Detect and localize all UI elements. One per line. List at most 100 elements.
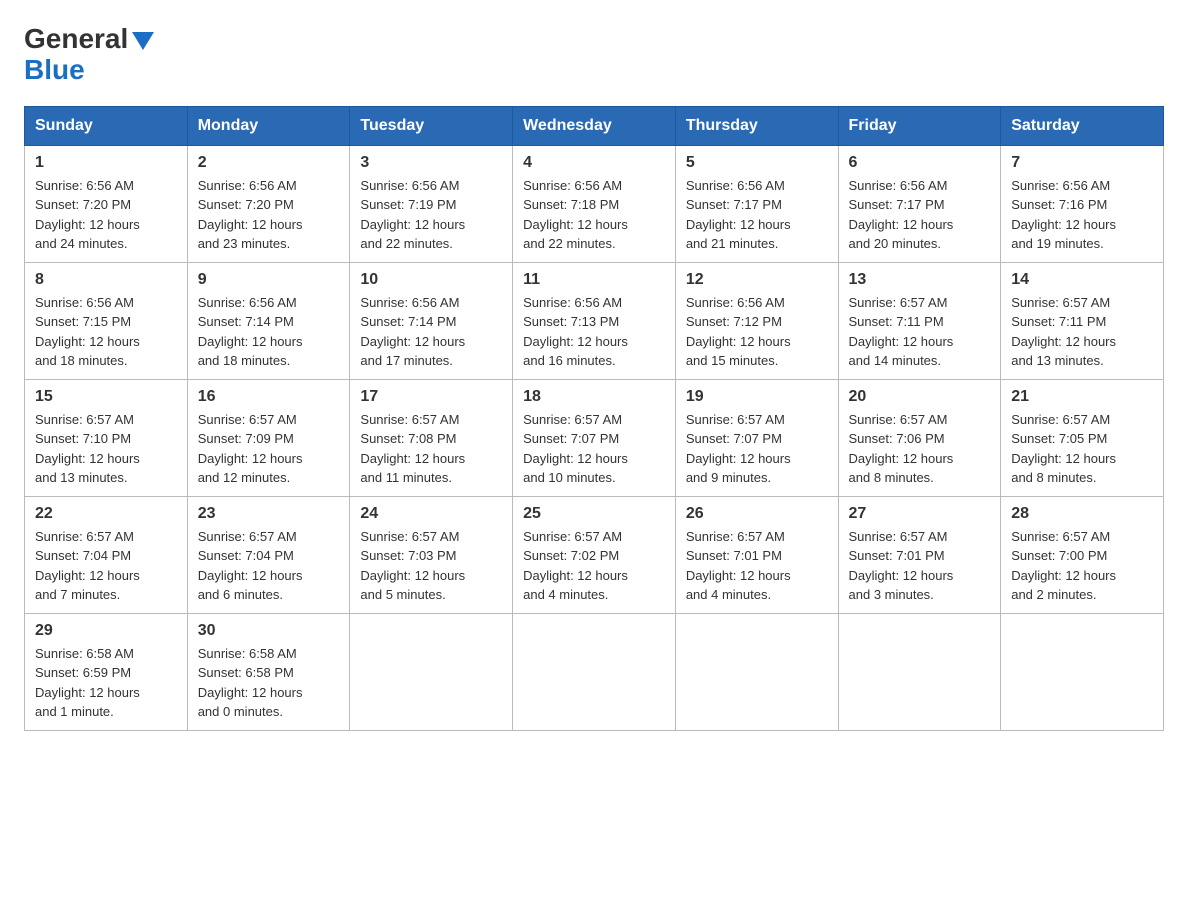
day-number: 25 — [523, 505, 665, 523]
day-number: 5 — [686, 154, 828, 172]
empty-cell — [1001, 613, 1164, 730]
day-info: Sunrise: 6:58 AMSunset: 6:59 PMDaylight:… — [35, 646, 140, 720]
day-info: Sunrise: 6:57 AMSunset: 7:04 PMDaylight:… — [35, 529, 140, 603]
day-number: 26 — [686, 505, 828, 523]
logo-text-blue: Blue — [24, 54, 85, 85]
day-number: 19 — [686, 388, 828, 406]
day-number: 22 — [35, 505, 177, 523]
day-info: Sunrise: 6:56 AMSunset: 7:13 PMDaylight:… — [523, 295, 628, 369]
calendar-day-27: 27 Sunrise: 6:57 AMSunset: 7:01 PMDaylig… — [838, 496, 1001, 613]
weekday-header-sunday: Sunday — [25, 106, 188, 145]
calendar-day-13: 13 Sunrise: 6:57 AMSunset: 7:11 PMDaylig… — [838, 262, 1001, 379]
day-number: 9 — [198, 271, 340, 289]
day-number: 6 — [849, 154, 991, 172]
day-info: Sunrise: 6:57 AMSunset: 7:10 PMDaylight:… — [35, 412, 140, 486]
day-info: Sunrise: 6:57 AMSunset: 7:11 PMDaylight:… — [1011, 295, 1116, 369]
empty-cell — [350, 613, 513, 730]
calendar-day-3: 3 Sunrise: 6:56 AMSunset: 7:19 PMDayligh… — [350, 145, 513, 262]
calendar-week-1: 1 Sunrise: 6:56 AMSunset: 7:20 PMDayligh… — [25, 145, 1164, 262]
day-info: Sunrise: 6:57 AMSunset: 7:05 PMDaylight:… — [1011, 412, 1116, 486]
day-number: 7 — [1011, 154, 1153, 172]
day-number: 4 — [523, 154, 665, 172]
calendar-week-5: 29 Sunrise: 6:58 AMSunset: 6:59 PMDaylig… — [25, 613, 1164, 730]
calendar-week-3: 15 Sunrise: 6:57 AMSunset: 7:10 PMDaylig… — [25, 379, 1164, 496]
calendar-week-4: 22 Sunrise: 6:57 AMSunset: 7:04 PMDaylig… — [25, 496, 1164, 613]
calendar-day-4: 4 Sunrise: 6:56 AMSunset: 7:18 PMDayligh… — [513, 145, 676, 262]
day-number: 30 — [198, 622, 340, 640]
calendar-day-30: 30 Sunrise: 6:58 AMSunset: 6:58 PMDaylig… — [187, 613, 350, 730]
day-info: Sunrise: 6:56 AMSunset: 7:17 PMDaylight:… — [686, 178, 791, 252]
calendar-day-19: 19 Sunrise: 6:57 AMSunset: 7:07 PMDaylig… — [675, 379, 838, 496]
day-info: Sunrise: 6:57 AMSunset: 7:06 PMDaylight:… — [849, 412, 954, 486]
day-info: Sunrise: 6:57 AMSunset: 7:01 PMDaylight:… — [686, 529, 791, 603]
day-number: 23 — [198, 505, 340, 523]
weekday-header-saturday: Saturday — [1001, 106, 1164, 145]
day-number: 1 — [35, 154, 177, 172]
empty-cell — [675, 613, 838, 730]
day-info: Sunrise: 6:56 AMSunset: 7:15 PMDaylight:… — [35, 295, 140, 369]
calendar-day-6: 6 Sunrise: 6:56 AMSunset: 7:17 PMDayligh… — [838, 145, 1001, 262]
weekday-header-friday: Friday — [838, 106, 1001, 145]
day-info: Sunrise: 6:58 AMSunset: 6:58 PMDaylight:… — [198, 646, 303, 720]
calendar-day-21: 21 Sunrise: 6:57 AMSunset: 7:05 PMDaylig… — [1001, 379, 1164, 496]
calendar-day-22: 22 Sunrise: 6:57 AMSunset: 7:04 PMDaylig… — [25, 496, 188, 613]
calendar-day-10: 10 Sunrise: 6:56 AMSunset: 7:14 PMDaylig… — [350, 262, 513, 379]
day-info: Sunrise: 6:57 AMSunset: 7:02 PMDaylight:… — [523, 529, 628, 603]
logo-text-general: General — [24, 24, 128, 55]
calendar-day-25: 25 Sunrise: 6:57 AMSunset: 7:02 PMDaylig… — [513, 496, 676, 613]
day-info: Sunrise: 6:56 AMSunset: 7:20 PMDaylight:… — [198, 178, 303, 252]
day-info: Sunrise: 6:56 AMSunset: 7:19 PMDaylight:… — [360, 178, 465, 252]
day-info: Sunrise: 6:57 AMSunset: 7:11 PMDaylight:… — [849, 295, 954, 369]
day-number: 8 — [35, 271, 177, 289]
day-number: 15 — [35, 388, 177, 406]
day-number: 10 — [360, 271, 502, 289]
day-info: Sunrise: 6:56 AMSunset: 7:14 PMDaylight:… — [360, 295, 465, 369]
calendar-table: SundayMondayTuesdayWednesdayThursdayFrid… — [24, 106, 1164, 731]
calendar-day-20: 20 Sunrise: 6:57 AMSunset: 7:06 PMDaylig… — [838, 379, 1001, 496]
calendar-day-5: 5 Sunrise: 6:56 AMSunset: 7:17 PMDayligh… — [675, 145, 838, 262]
calendar-day-15: 15 Sunrise: 6:57 AMSunset: 7:10 PMDaylig… — [25, 379, 188, 496]
calendar-day-26: 26 Sunrise: 6:57 AMSunset: 7:01 PMDaylig… — [675, 496, 838, 613]
day-info: Sunrise: 6:56 AMSunset: 7:14 PMDaylight:… — [198, 295, 303, 369]
calendar-day-23: 23 Sunrise: 6:57 AMSunset: 7:04 PMDaylig… — [187, 496, 350, 613]
weekday-header-wednesday: Wednesday — [513, 106, 676, 145]
day-info: Sunrise: 6:57 AMSunset: 7:08 PMDaylight:… — [360, 412, 465, 486]
weekday-header-monday: Monday — [187, 106, 350, 145]
day-info: Sunrise: 6:56 AMSunset: 7:18 PMDaylight:… — [523, 178, 628, 252]
calendar-day-11: 11 Sunrise: 6:56 AMSunset: 7:13 PMDaylig… — [513, 262, 676, 379]
calendar-day-8: 8 Sunrise: 6:56 AMSunset: 7:15 PMDayligh… — [25, 262, 188, 379]
day-number: 16 — [198, 388, 340, 406]
empty-cell — [513, 613, 676, 730]
calendar-day-14: 14 Sunrise: 6:57 AMSunset: 7:11 PMDaylig… — [1001, 262, 1164, 379]
calendar-day-7: 7 Sunrise: 6:56 AMSunset: 7:16 PMDayligh… — [1001, 145, 1164, 262]
day-number: 14 — [1011, 271, 1153, 289]
day-number: 2 — [198, 154, 340, 172]
day-number: 3 — [360, 154, 502, 172]
logo: General Blue — [24, 24, 154, 86]
day-number: 18 — [523, 388, 665, 406]
empty-cell — [838, 613, 1001, 730]
day-info: Sunrise: 6:56 AMSunset: 7:17 PMDaylight:… — [849, 178, 954, 252]
calendar-day-24: 24 Sunrise: 6:57 AMSunset: 7:03 PMDaylig… — [350, 496, 513, 613]
page-header: General Blue — [24, 24, 1164, 86]
day-number: 28 — [1011, 505, 1153, 523]
calendar-day-17: 17 Sunrise: 6:57 AMSunset: 7:08 PMDaylig… — [350, 379, 513, 496]
day-number: 24 — [360, 505, 502, 523]
day-number: 17 — [360, 388, 502, 406]
day-info: Sunrise: 6:57 AMSunset: 7:03 PMDaylight:… — [360, 529, 465, 603]
calendar-day-12: 12 Sunrise: 6:56 AMSunset: 7:12 PMDaylig… — [675, 262, 838, 379]
day-info: Sunrise: 6:57 AMSunset: 7:01 PMDaylight:… — [849, 529, 954, 603]
day-info: Sunrise: 6:57 AMSunset: 7:09 PMDaylight:… — [198, 412, 303, 486]
day-info: Sunrise: 6:56 AMSunset: 7:16 PMDaylight:… — [1011, 178, 1116, 252]
calendar-day-16: 16 Sunrise: 6:57 AMSunset: 7:09 PMDaylig… — [187, 379, 350, 496]
day-info: Sunrise: 6:56 AMSunset: 7:20 PMDaylight:… — [35, 178, 140, 252]
day-info: Sunrise: 6:57 AMSunset: 7:07 PMDaylight:… — [523, 412, 628, 486]
day-number: 21 — [1011, 388, 1153, 406]
day-number: 27 — [849, 505, 991, 523]
day-info: Sunrise: 6:57 AMSunset: 7:07 PMDaylight:… — [686, 412, 791, 486]
calendar-week-2: 8 Sunrise: 6:56 AMSunset: 7:15 PMDayligh… — [25, 262, 1164, 379]
calendar-day-29: 29 Sunrise: 6:58 AMSunset: 6:59 PMDaylig… — [25, 613, 188, 730]
day-info: Sunrise: 6:56 AMSunset: 7:12 PMDaylight:… — [686, 295, 791, 369]
day-number: 13 — [849, 271, 991, 289]
day-number: 20 — [849, 388, 991, 406]
